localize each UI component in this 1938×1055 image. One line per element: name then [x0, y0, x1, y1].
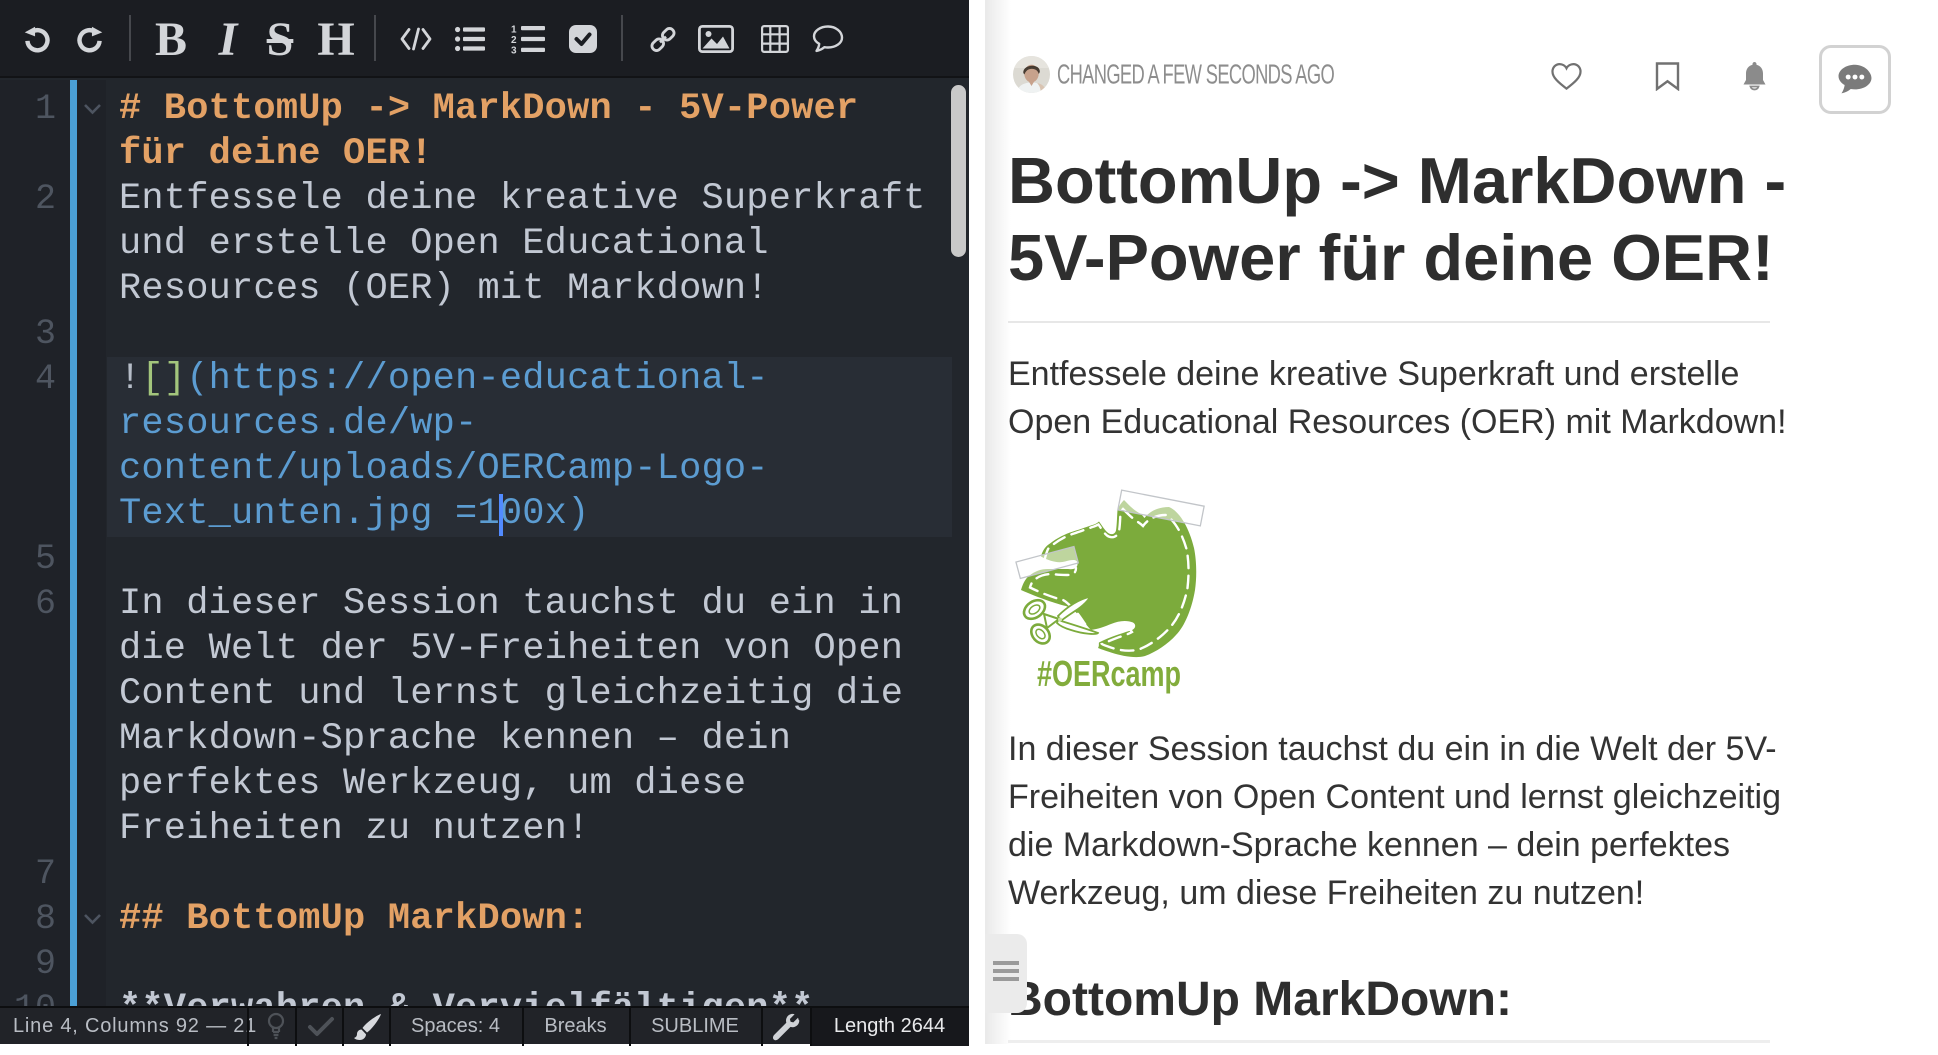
svg-text:2: 2	[511, 35, 517, 46]
svg-text:3: 3	[511, 46, 517, 55]
svg-text:1: 1	[511, 25, 517, 36]
svg-text:#OERcamp: #OERcamp	[1037, 653, 1181, 694]
svg-text:CHANGED A FEW SECONDS AGO: CHANGED A FEW SECONDS AGO	[1057, 61, 1335, 91]
